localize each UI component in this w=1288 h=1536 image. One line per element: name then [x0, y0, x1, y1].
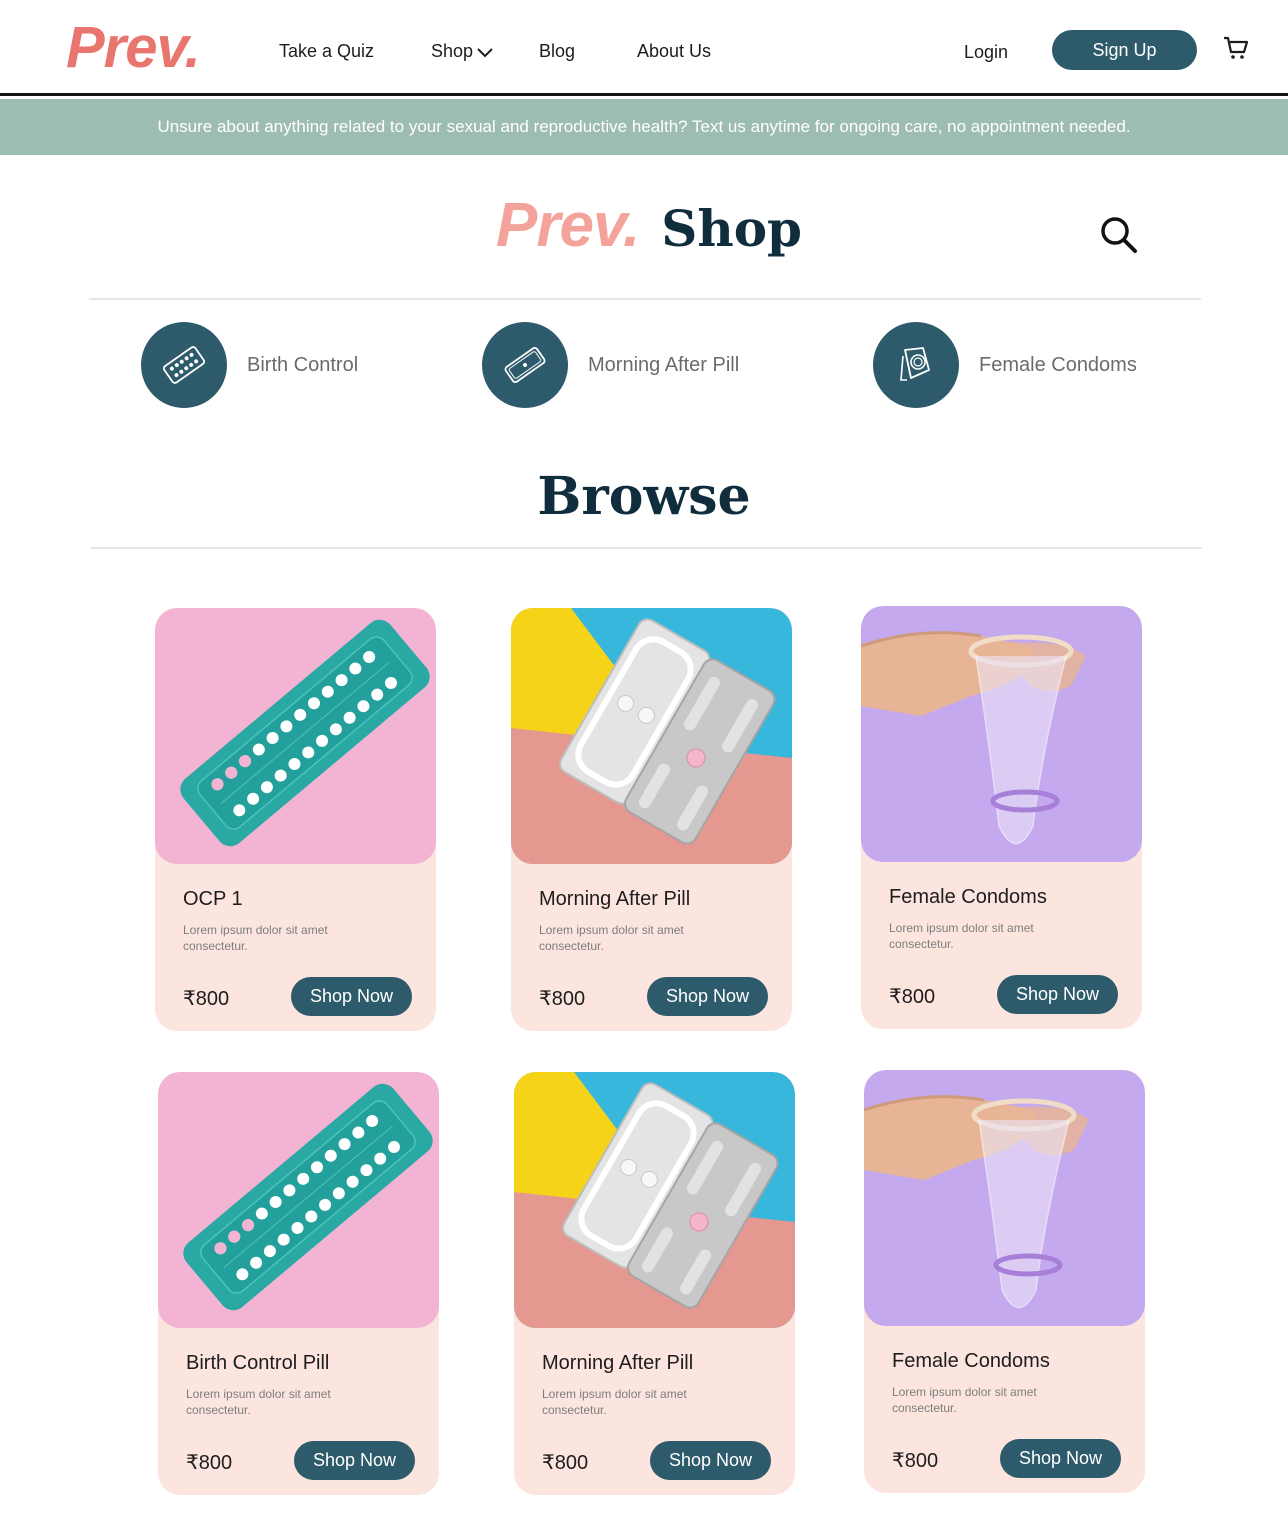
nav-shop[interactable]: Shop [431, 41, 493, 62]
search-icon[interactable] [1098, 214, 1140, 256]
category-label: Morning After Pill [588, 353, 740, 376]
product-image[interactable] [861, 606, 1142, 862]
product-title[interactable]: Female Condoms [889, 886, 1047, 909]
category-birth-control[interactable]: Birth Control [141, 322, 358, 408]
product-title[interactable]: Female Condoms [892, 1350, 1050, 1373]
product-price: ₹800 [542, 1452, 589, 1474]
product-price: ₹800 [186, 1452, 233, 1474]
nav-about-us[interactable]: About Us [637, 41, 711, 62]
product-image[interactable] [864, 1070, 1145, 1326]
shop-title: Shop [661, 199, 803, 258]
product-card[interactable]: Female Condoms Lorem ipsum dolor sit amet… [864, 1070, 1145, 1493]
info-banner: Unsure about anything related to your se… [0, 99, 1288, 155]
shop-now-button[interactable]: Shop Now [1000, 1439, 1121, 1478]
product-description: Lorem ipsum dolor sit amet consectetur. [889, 921, 1034, 951]
divider [89, 298, 1201, 300]
product-price: ₹800 [183, 988, 230, 1010]
shop-heading: Prev. Shop [496, 190, 802, 261]
shop-now-button[interactable]: Shop Now [647, 977, 768, 1016]
single-pill-pack-icon [482, 322, 568, 408]
login-link[interactable]: Login [964, 42, 1008, 63]
product-image[interactable] [158, 1072, 439, 1328]
category-female-condoms[interactable]: Female Condoms [873, 322, 1137, 408]
product-price: ₹800 [892, 1450, 939, 1472]
divider [91, 547, 1202, 549]
shop-now-button[interactable]: Shop Now [294, 1441, 415, 1480]
category-label: Birth Control [247, 353, 359, 376]
product-card[interactable]: Birth Control Pill Lorem ipsum dolor sit … [158, 1072, 439, 1495]
browse-title: Browse [537, 466, 751, 527]
product-description: Lorem ipsum dolor sit amet consectetur. [892, 1385, 1037, 1415]
product-card[interactable]: Morning After Pill Lorem ipsum dolor sit … [511, 608, 792, 1031]
pill-pack-icon [141, 322, 227, 408]
shop-now-button[interactable]: Shop Now [997, 975, 1118, 1014]
category-label: Female Condoms [979, 353, 1137, 376]
shop-now-button[interactable]: Shop Now [291, 977, 412, 1016]
product-card[interactable]: Morning After Pill Lorem ipsum dolor sit … [514, 1072, 795, 1495]
site-header: Prev. Take a Quiz Shop Blog About Us Log… [0, 0, 1288, 96]
product-description: Lorem ipsum dolor sit amet consectetur. [183, 923, 328, 953]
category-morning-after-pill[interactable]: Morning After Pill [482, 322, 739, 408]
chevron-down-icon [477, 45, 493, 59]
cart-icon[interactable] [1222, 34, 1250, 62]
product-description: Lorem ipsum dolor sit amet consectetur. [539, 923, 684, 953]
product-card[interactable]: OCP 1 Lorem ipsum dolor sit amet consecte… [155, 608, 436, 1031]
product-title[interactable]: Morning After Pill [542, 1352, 693, 1375]
condom-icon [873, 322, 959, 408]
product-description: Lorem ipsum dolor sit amet consectetur. [542, 1387, 687, 1417]
product-title[interactable]: OCP 1 [183, 888, 243, 911]
product-title[interactable]: Morning After Pill [539, 888, 690, 911]
shop-logo: Prev. [496, 191, 640, 260]
product-image[interactable] [514, 1072, 795, 1328]
product-title[interactable]: Birth Control Pill [186, 1352, 329, 1375]
product-image[interactable] [511, 608, 792, 864]
product-price: ₹800 [889, 986, 936, 1008]
signup-button[interactable]: Sign Up [1052, 30, 1197, 70]
product-description: Lorem ipsum dolor sit amet consectetur. [186, 1387, 331, 1417]
product-card[interactable]: Female Condoms Lorem ipsum dolor sit amet… [861, 606, 1142, 1029]
product-image[interactable] [155, 608, 436, 864]
banner-text: Unsure about anything related to your se… [157, 117, 1131, 136]
shop-now-button[interactable]: Shop Now [650, 1441, 771, 1480]
logo[interactable]: Prev. [66, 14, 201, 81]
nav-take-quiz[interactable]: Take a Quiz [279, 41, 374, 62]
product-price: ₹800 [539, 988, 586, 1010]
nav-shop-label: Shop [431, 41, 474, 61]
nav-blog[interactable]: Blog [539, 41, 575, 62]
